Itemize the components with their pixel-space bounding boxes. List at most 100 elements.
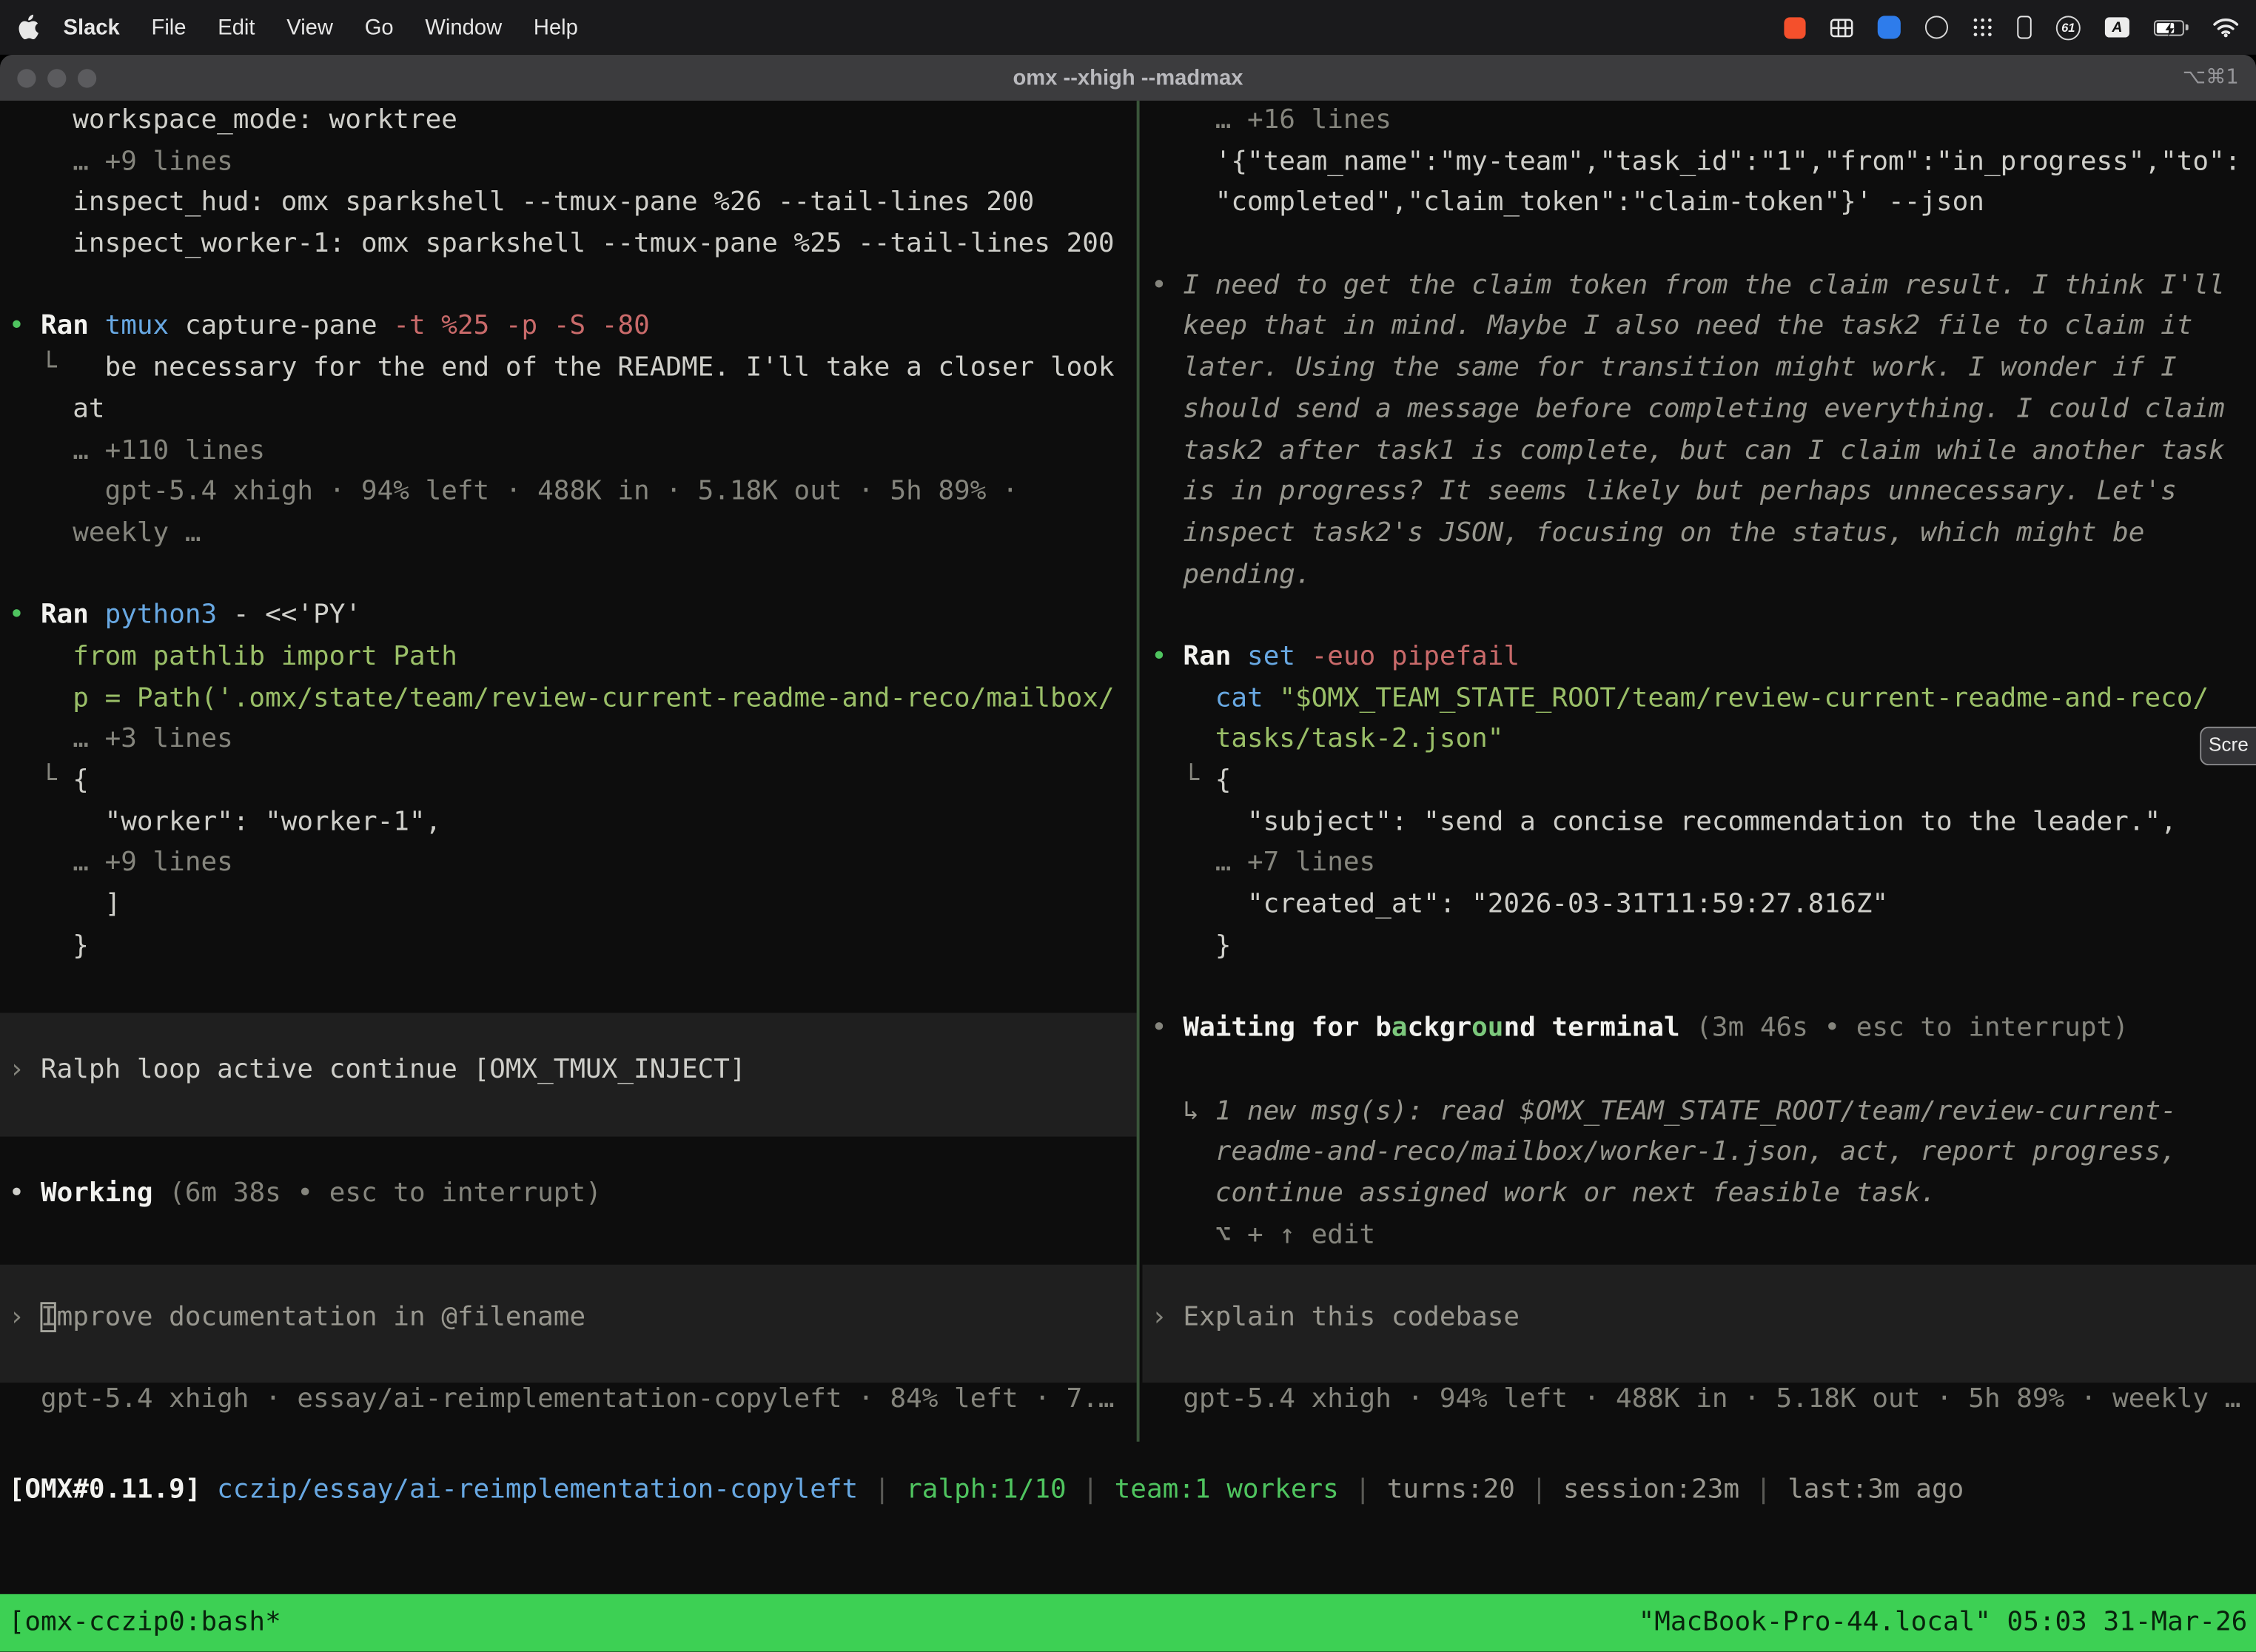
input-source-letter: A	[2112, 19, 2122, 35]
terminal-line	[9, 266, 1137, 307]
terminal-line: }	[1151, 926, 2256, 967]
terminal-line: pending.	[1151, 554, 2256, 596]
terminal-line: should send a message before completing …	[1151, 389, 2256, 431]
terminal-line: › Improve documentation in @filename	[9, 1297, 1137, 1339]
terminal-line: • Waiting for background terminal (3m 46…	[1151, 1009, 2256, 1050]
input-source-icon[interactable]: A	[2105, 17, 2129, 37]
terminal-line: … +9 lines	[9, 844, 1137, 885]
menu-item-slack[interactable]: Slack	[47, 15, 135, 39]
menu-item-view[interactable]: View	[271, 15, 349, 39]
terminal-line: … +3 lines	[9, 720, 1137, 762]
menu-item-go[interactable]: Go	[349, 15, 409, 39]
terminal-line: workspace_mode: worktree	[9, 101, 1137, 142]
terminal-line: tasks/task-2.json"	[1151, 720, 2256, 762]
menu-item-window[interactable]: Window	[409, 15, 517, 39]
menu-item-help[interactable]: Help	[518, 15, 594, 39]
terminal-line: is in progress? It seems likely but perh…	[1151, 472, 2256, 514]
terminal-line: ⌥ + ↑ edit	[1151, 1215, 2256, 1257]
terminal-line: '{"team_name":"my-team","task_id":"1","f…	[1151, 142, 2256, 184]
terminal-line	[1151, 967, 2256, 1009]
terminal-line: └ be necessary for the end of the README…	[9, 349, 1137, 390]
terminal-line: … +9 lines	[9, 142, 1137, 184]
terminal-line: gpt-5.4 xhigh · 94% left · 488K in · 5.1…	[9, 472, 1137, 514]
clock-icon[interactable]	[1925, 16, 1948, 38]
terminal-line: … +16 lines	[1151, 101, 2256, 142]
blue-app-icon[interactable]	[1878, 16, 1901, 38]
terminal-line: task2 after task1 is complete, but can I…	[1151, 431, 2256, 472]
window-shortcut-badge: ⌥⌘1	[2183, 66, 2256, 89]
right-pane: … +16 lines '{"team_name":"my-team","tas…	[1142, 101, 2256, 1421]
terminal-line: p = Path('.omx/state/team/review-current…	[9, 679, 1137, 720]
terminal-line: gpt-5.4 xhigh · essay/ai-reimplementatio…	[9, 1380, 1137, 1422]
window-title: omx --xhigh --madmax	[0, 65, 2256, 90]
terminal-line: ]	[9, 885, 1137, 927]
screen-recording-indicator-icon[interactable]	[1784, 16, 1805, 38]
terminal-line: inspect_worker-1: omx sparkshell --tmux-…	[9, 224, 1137, 266]
badge-text: 61	[2061, 20, 2075, 34]
terminal-line: readme-and-reco/mailbox/worker-1.json, a…	[1151, 1132, 2256, 1174]
terminal-line: … +7 lines	[1151, 844, 2256, 885]
terminal-line	[9, 1091, 1137, 1132]
terminal-line: • Ran set -euo pipefail	[1151, 637, 2256, 679]
phone-mirroring-icon[interactable]	[2017, 16, 2031, 38]
menu-items: SlackFileEditViewGoWindowHelp	[47, 15, 594, 39]
terminal-line	[9, 1339, 1137, 1380]
tmux-host-time: "MacBook-Pro-44.local" 05:03 31-Mar-26	[1639, 1602, 2248, 1644]
terminal-line: └ {	[9, 761, 1137, 802]
terminal-line	[1151, 1339, 2256, 1380]
terminal-line	[1151, 224, 2256, 266]
menu-item-file[interactable]: File	[135, 15, 202, 39]
terminal-line: › Explain this codebase	[1151, 1297, 2256, 1339]
terminal-line: ↳ 1 new msg(s): read $OMX_TEAM_STATE_ROO…	[1151, 1091, 2256, 1132]
terminal-line: • I need to get the claim token from the…	[1151, 266, 2256, 307]
terminal-line	[9, 1215, 1137, 1257]
dots-grid-icon[interactable]	[1973, 17, 1993, 37]
terminal-line: … +110 lines	[9, 431, 1137, 472]
terminal-line: "subject": "send a concise recommendatio…	[1151, 802, 2256, 844]
tmux-session-name: [omx-cczip0:bash*	[9, 1602, 281, 1644]
terminal-line: inspect_hud: omx sparkshell --tmux-pane …	[9, 184, 1137, 225]
screen: SlackFileEditViewGoWindowHelp 61 A	[0, 0, 2256, 1652]
battery-charging-icon[interactable]	[2154, 19, 2189, 35]
grid-icon[interactable]	[1830, 18, 1853, 36]
wifi-icon[interactable]	[2213, 17, 2239, 37]
battery-percentage-badge-icon[interactable]: 61	[2056, 15, 2081, 39]
terminal-line: "completed","claim_token":"claim-token"}…	[1151, 184, 2256, 225]
terminal-line	[1151, 1256, 2256, 1297]
apple-menu-icon[interactable]	[17, 14, 38, 40]
menubar-status-icons: 61 A	[1784, 15, 2256, 39]
terminal-line	[9, 554, 1137, 596]
terminal-line	[1151, 596, 2256, 637]
terminal-line: • Working (6m 38s • esc to interrupt)	[9, 1174, 1137, 1215]
tooltip-text: Scre	[2209, 727, 2249, 765]
terminal-line: from pathlib import Path	[9, 637, 1137, 679]
terminal-line: keep that in mind. Maybe I also need the…	[1151, 307, 2256, 349]
terminal-line	[9, 1009, 1137, 1050]
terminal-line: "worker": "worker-1",	[9, 802, 1137, 844]
terminal-line: at	[9, 389, 1137, 431]
terminal-line: cat "$OMX_TEAM_STATE_ROOT/team/review-cu…	[1151, 679, 2256, 720]
tmux-status-bar: [omx-cczip0:bash* "MacBook-Pro-44.local"…	[0, 1594, 2256, 1652]
screen-share-tooltip: Scre	[2200, 727, 2256, 765]
terminal-line: └ {	[1151, 761, 2256, 802]
terminal-line: gpt-5.4 xhigh · 94% left · 488K in · 5.1…	[1151, 1380, 2256, 1422]
battery-tip	[2186, 24, 2189, 30]
left-pane: workspace_mode: worktree … +9 lines insp…	[0, 101, 1137, 1421]
window-titlebar[interactable]: omx --xhigh --madmax ⌥⌘1	[0, 55, 2256, 101]
terminal-line	[9, 967, 1137, 1009]
terminal-line: • Ran python3 - <<'PY'	[9, 596, 1137, 637]
omx-status-line: [OMX#0.11.9] cczip/essay/ai-reimplementa…	[9, 1471, 1964, 1512]
terminal-content[interactable]: workspace_mode: worktree … +9 lines insp…	[0, 101, 2256, 1651]
terminal-window: omx --xhigh --madmax ⌥⌘1 workspace_mode:…	[0, 55, 2256, 1652]
pane-divider[interactable]	[1137, 101, 1140, 1442]
terminal-line	[9, 1256, 1137, 1297]
terminal-line: › Ralph loop active continue [OMX_TMUX_I…	[9, 1050, 1137, 1092]
terminal-line: continue assigned work or next feasible …	[1151, 1174, 2256, 1215]
terminal-line: • Ran tmux capture-pane -t %25 -p -S -80	[9, 307, 1137, 349]
menu-bar: SlackFileEditViewGoWindowHelp 61 A	[0, 0, 2256, 55]
terminal-line: later. Using the same for transition mig…	[1151, 349, 2256, 390]
menu-item-edit[interactable]: Edit	[202, 15, 271, 39]
terminal-line: "created_at": "2026-03-31T11:59:27.816Z"	[1151, 885, 2256, 927]
terminal-line	[1151, 1050, 2256, 1092]
terminal-line: weekly …	[9, 514, 1137, 555]
